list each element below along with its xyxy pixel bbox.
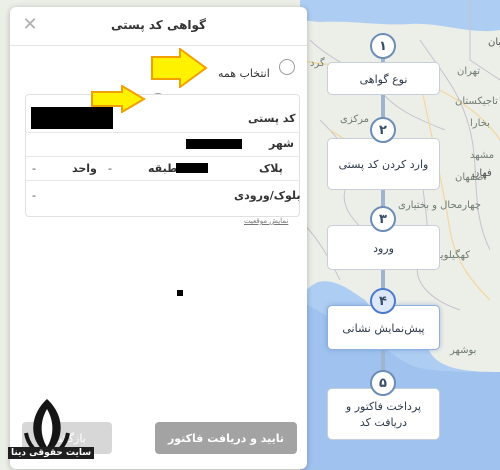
map-label: بوشهر — [450, 345, 477, 356]
postal-code-label: کد پستی — [248, 112, 296, 125]
entrance-label: بلوک/ورودی — [234, 189, 301, 202]
side-text: فهان — [472, 168, 492, 179]
address-card[interactable]: کد پستی شهر - واحد - طبقه پلاک - بلوک/ور… — [25, 94, 301, 217]
entrance-value: - — [32, 189, 36, 202]
map-label: بخارا — [470, 118, 490, 129]
watermark-text: سایت حقوقی دینا — [8, 447, 95, 459]
plak-dash: - — [32, 162, 36, 175]
step-number-1: ۱ — [370, 33, 396, 59]
unit-value: - — [108, 162, 112, 175]
step-enter-postal-code[interactable]: وارد کردن کد پستی — [327, 138, 440, 190]
title-divider — [10, 45, 307, 46]
show-location-link[interactable]: نمایش موقعیت — [244, 217, 288, 225]
step-label: پیش‌نمایش نشانی — [342, 321, 425, 335]
row-divider — [26, 180, 299, 181]
unit-label: واحد — [72, 162, 97, 175]
step-label: ورود — [373, 241, 394, 255]
row-divider — [26, 156, 299, 157]
plak-label: پلاک — [259, 162, 283, 175]
step-number-4: ۴ — [370, 288, 396, 314]
pointer-arrow-icon — [151, 48, 208, 88]
step-number-3: ۳ — [370, 206, 396, 232]
map-label: مرکزی — [340, 114, 369, 125]
modal-title: گواهی کد پستی — [110, 18, 207, 32]
map-label: گرد — [310, 58, 325, 69]
redacted-city — [186, 139, 242, 149]
confirm-and-get-invoice-button[interactable]: تایید و دریافت فاکتور — [155, 422, 297, 454]
step-label: پرداخت فاکتور و دریافت کد — [345, 400, 422, 429]
step-label: وارد کردن کد پستی — [338, 158, 429, 171]
pointer-arrow-icon — [91, 85, 146, 113]
close-icon[interactable]: ✕ — [22, 16, 38, 34]
step-certificate-type[interactable]: نوع گواهی — [327, 62, 440, 95]
row-divider — [26, 132, 299, 133]
map-label: چهارمحال و بختیاری — [398, 200, 481, 211]
map-label: تاجیکستان — [455, 96, 498, 107]
map-label: تهران — [457, 66, 481, 77]
step-number-5: ۵ — [370, 370, 396, 396]
select-all-label: انتخاب همه — [218, 67, 270, 80]
step-label: نوع گواهی — [359, 72, 408, 86]
side-text: زبان — [488, 37, 500, 48]
select-all-radio[interactable] — [279, 59, 295, 75]
step-number-2: ۲ — [370, 117, 396, 143]
map-label: مشهد — [470, 150, 495, 161]
redacted-mark — [177, 290, 183, 296]
city-label: شهر — [269, 137, 294, 150]
floor-label: طبقه — [148, 162, 178, 175]
redacted-plak — [176, 163, 208, 173]
